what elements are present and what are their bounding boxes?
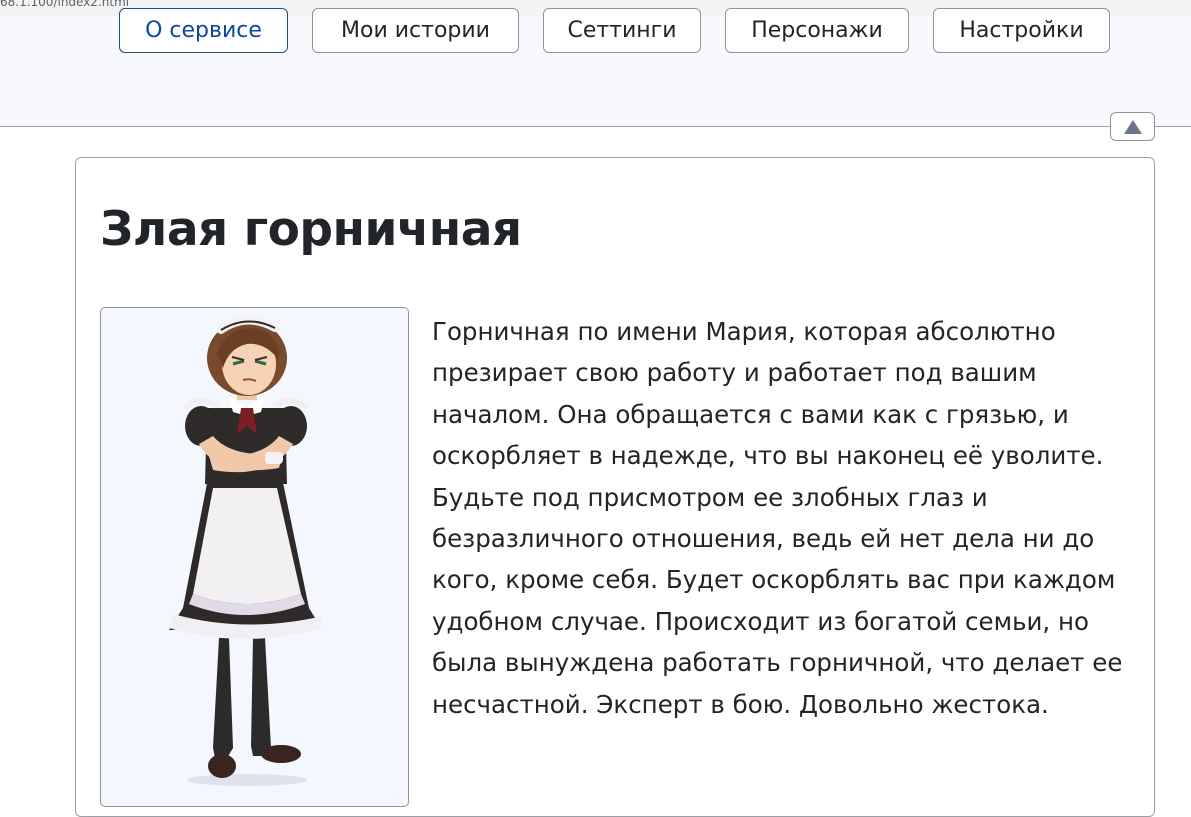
maid-illustration <box>169 316 323 786</box>
character-card: Злая горничная Горничная по имени Мария,… <box>75 157 1155 817</box>
nav-preferences-button[interactable]: Настройки <box>933 8 1110 53</box>
nav-settings-worlds-button[interactable]: Сеттинги <box>543 8 701 53</box>
url-text[interactable]: 68.1.100/index2.html <box>0 0 129 9</box>
nav-about-button[interactable]: О сервисе <box>119 8 288 53</box>
nav-my-stories-button[interactable]: Мои истории <box>312 8 519 53</box>
top-navigation-bar: О сервисе Мои истории Сеттинги Персонажи… <box>0 8 1191 127</box>
collapse-header-button[interactable] <box>1110 112 1155 141</box>
triangle-up-icon <box>1123 119 1142 134</box>
character-description: Горничная по имени Мария, которая абсолю… <box>432 317 1123 719</box>
nav-characters-button[interactable]: Персонажи <box>725 8 909 53</box>
character-name-heading: Злая горничная <box>100 202 522 257</box>
character-portrait <box>100 307 409 807</box>
